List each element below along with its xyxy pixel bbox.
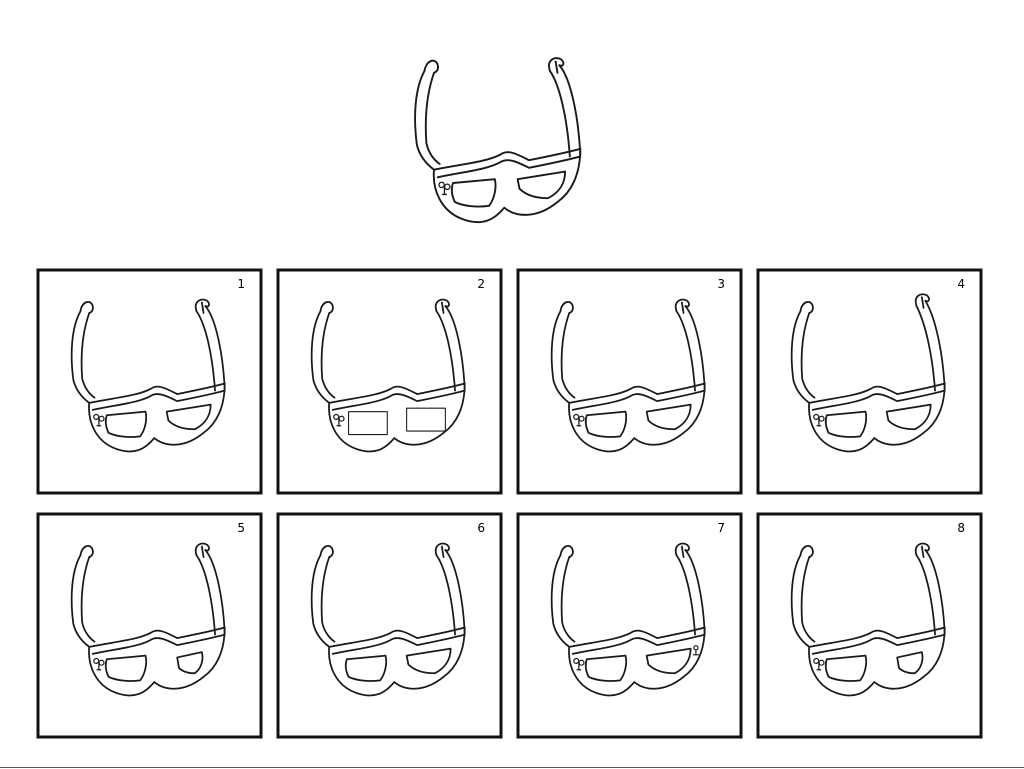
option-number-label: 8 (957, 521, 965, 535)
puzzle-svg: 1 2 3 4 5 6 7 8 (36, 57, 983, 739)
option-card-7[interactable]: 7 (516, 512, 743, 739)
option-frame (276, 512, 503, 739)
bottom-rule (0, 767, 1024, 768)
puzzle-canvas: 1 2 3 4 5 6 7 8 (0, 0, 1024, 769)
option-frame (36, 512, 263, 739)
option-frame (756, 512, 983, 739)
option-card-8[interactable]: 8 (756, 512, 983, 739)
option-card-5[interactable]: 5 (36, 512, 263, 739)
option-card-6[interactable]: 6 (276, 512, 503, 739)
option-number-label: 4 (957, 277, 965, 291)
frame-emblem (438, 181, 451, 196)
option-card-2[interactable]: 2 (276, 268, 503, 495)
option-number-label: 6 (477, 521, 485, 535)
option-card-3[interactable]: 3 (516, 268, 743, 495)
option-frame (516, 512, 743, 739)
brow-bottom (436, 155, 582, 179)
reference-glasses (414, 57, 582, 224)
left-lens (450, 178, 497, 208)
option-frame (36, 268, 263, 495)
right-temple-inner (548, 69, 571, 158)
left-temple-inner (424, 71, 441, 165)
option-number-label: 7 (717, 521, 725, 535)
option-frame (756, 268, 983, 495)
right-temple-crease (554, 60, 559, 74)
option-number-label: 2 (477, 277, 485, 291)
option-number-label: 5 (237, 521, 245, 535)
option-frame (516, 268, 743, 495)
option-card-4[interactable]: 4 (756, 268, 983, 495)
left-temple-tip (423, 59, 439, 74)
right-lens (516, 170, 567, 200)
right-temple-outer (558, 64, 582, 156)
option-number-label: 1 (237, 277, 245, 291)
option-frame (276, 268, 503, 495)
option-card-1[interactable]: 1 (36, 268, 263, 495)
option-number-label: 3 (717, 277, 725, 291)
